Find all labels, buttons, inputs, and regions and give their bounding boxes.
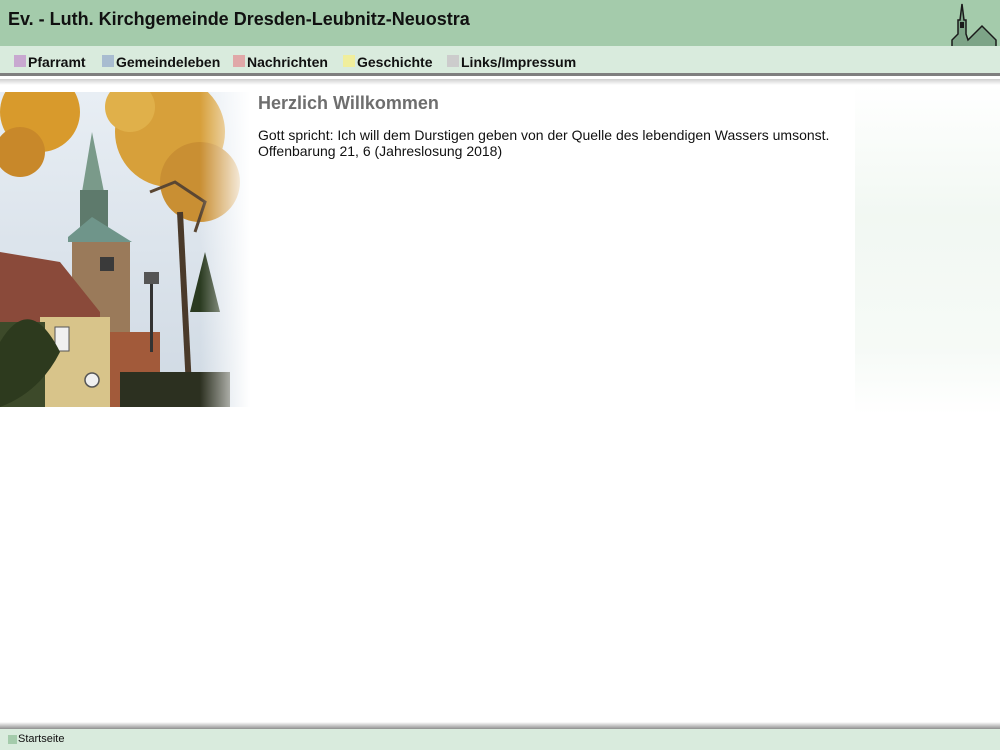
- square-icon: [102, 55, 114, 67]
- nav-item-nachrichten[interactable]: Nachrichten: [233, 54, 328, 70]
- footer-link-label: Startseite: [18, 733, 65, 745]
- church-photo: [0, 92, 250, 407]
- site-title: Ev. - Luth. Kirchgemeinde Dresden-Leubni…: [8, 9, 470, 29]
- nav-item-pfarramt[interactable]: Pfarramt: [14, 54, 86, 70]
- text-line: Gott spricht: Ich will dem Durstigen geb…: [258, 127, 830, 143]
- nav-item-links-impressum[interactable]: Links/Impressum: [447, 54, 576, 70]
- nav-item-label: Pfarramt: [28, 54, 86, 70]
- nav-item-label: Geschichte: [357, 54, 433, 70]
- square-icon: [447, 55, 459, 67]
- nav-item-geschichte[interactable]: Geschichte: [343, 54, 432, 70]
- square-icon: [14, 55, 26, 67]
- square-icon: [8, 734, 17, 744]
- footer-link-startseite[interactable]: Startseite: [8, 733, 64, 745]
- square-icon: [233, 55, 245, 67]
- site-header: Ev. - Luth. Kirchgemeinde Dresden-Leubni…: [0, 0, 1000, 74]
- welcome-text: Gott spricht: Ich will dem Durstigen geb…: [258, 127, 829, 159]
- nav-item-gemeindeleben[interactable]: Gemeindeleben: [102, 54, 220, 70]
- footer-shadow: [0, 722, 1000, 729]
- square-icon: [343, 55, 355, 67]
- nav-item-label: Links/Impressum: [461, 54, 577, 70]
- nav-shadow: [0, 79, 1000, 85]
- text-line: Offenbarung 21, 6 (Jahreslosung 2018): [258, 143, 503, 159]
- nav-item-label: Nachrichten: [247, 54, 328, 70]
- site-footer: Startseite: [0, 729, 1000, 750]
- main-navigation: Pfarramt Gemeindeleben Nachrichten Gesch…: [0, 46, 1000, 76]
- decorative-background: [855, 85, 1000, 415]
- nav-item-label: Gemeindeleben: [116, 54, 221, 70]
- page-title: Herzlich Willkommen: [258, 93, 439, 113]
